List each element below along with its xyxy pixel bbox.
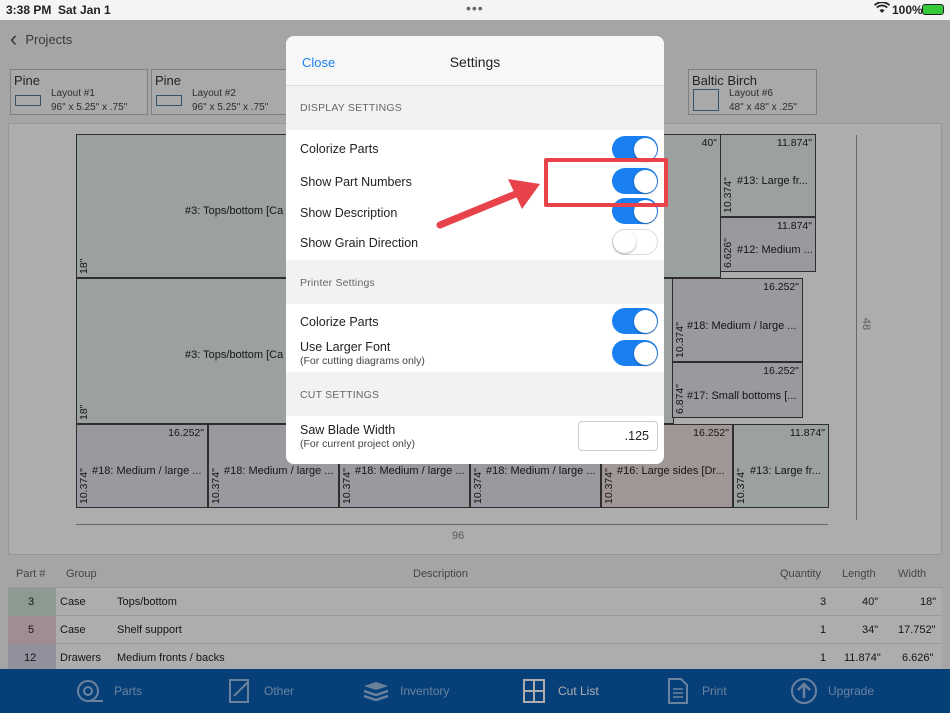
multitask-dots-icon[interactable]: •••: [466, 0, 484, 16]
setting-label: Show Part Numbers: [300, 175, 412, 189]
setting-label: Show Description: [300, 206, 398, 220]
printer-colorize-parts-toggle[interactable]: [612, 308, 658, 334]
setting-label: Saw Blade Width: [300, 423, 396, 437]
show-grain-direction-toggle[interactable]: [612, 229, 658, 255]
modal-title: Settings: [449, 54, 501, 70]
display-settings-header: DISPLAY SETTINGS: [300, 102, 403, 114]
annotation-arrow-icon: [436, 179, 540, 229]
saw-blade-width-input[interactable]: .125: [578, 421, 658, 451]
toggle-knob: [613, 230, 636, 253]
status-time: 3:38 PM: [6, 3, 52, 17]
battery-percent: 100%: [892, 3, 923, 17]
setting-sublabel: (For current project only): [300, 438, 415, 450]
status-bar: 3:38 PM Sat Jan 1 ••• 100%: [0, 0, 950, 20]
battery-icon: [922, 4, 944, 15]
toggle-knob: [633, 309, 657, 333]
setting-sublabel: (For cutting diagrams only): [300, 355, 425, 367]
cut-settings-header: CUT SETTINGS: [300, 389, 380, 401]
setting-label: Colorize Parts: [300, 142, 379, 156]
use-larger-font-toggle[interactable]: [612, 340, 658, 366]
setting-label: Show Grain Direction: [300, 236, 419, 250]
settings-modal: Close Settings DISPLAY SETTINGS Colorize…: [286, 36, 664, 464]
toggle-knob: [633, 341, 657, 365]
annotation-highlight-box: [544, 158, 668, 207]
printer-settings-group: Colorize Parts Use Larger Font (For cutt…: [286, 304, 664, 372]
wifi-icon: [873, 1, 891, 17]
cut-settings-group: Saw Blade Width (For current project onl…: [286, 416, 664, 464]
setting-label: Colorize Parts: [300, 315, 379, 329]
printer-settings-header: Printer Settings: [300, 277, 375, 289]
modal-header: Close Settings: [286, 36, 664, 86]
status-date: Sat Jan 1: [58, 3, 111, 17]
setting-label: Use Larger Font: [300, 340, 391, 354]
